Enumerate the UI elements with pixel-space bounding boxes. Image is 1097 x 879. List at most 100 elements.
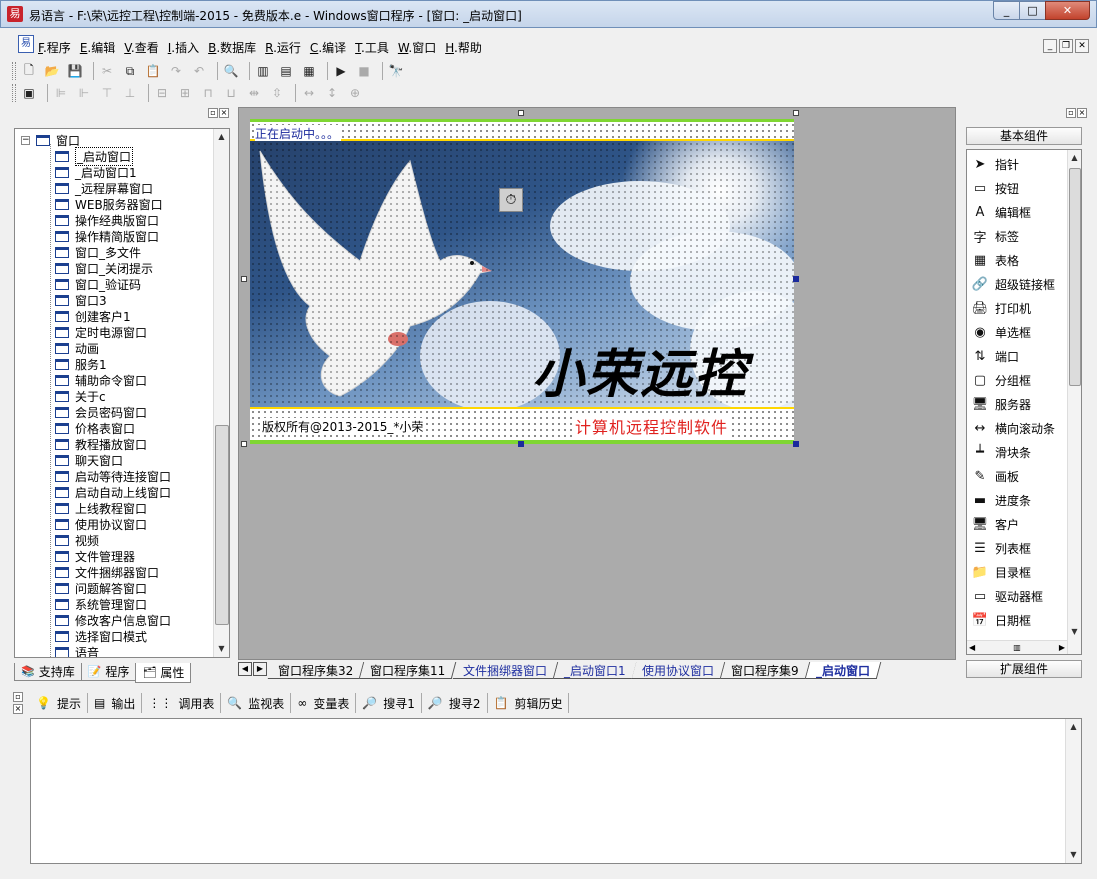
- scroll-thumb[interactable]: [215, 425, 229, 625]
- stretch-width-icon[interactable]: ↔: [300, 84, 318, 102]
- panel-restore-button[interactable]: ▫: [1066, 108, 1076, 118]
- document-icon[interactable]: 易: [18, 35, 34, 53]
- resize-handle[interactable]: [241, 276, 247, 282]
- open-folder-icon[interactable]: 📂: [43, 62, 61, 80]
- toolbar-grip[interactable]: [12, 62, 16, 80]
- layout-list-icon[interactable]: ▤: [277, 62, 295, 80]
- close-button[interactable]: ✕: [1045, 1, 1090, 20]
- output-text-area[interactable]: ▲ ▼: [30, 718, 1082, 864]
- tree-item[interactable]: 聊天窗口: [55, 452, 171, 468]
- mdi-restore-button[interactable]: ❐: [1059, 39, 1073, 53]
- tree-item[interactable]: 使用协议窗口: [55, 516, 171, 532]
- component-item[interactable]: 字标签: [970, 225, 1019, 247]
- tree-item[interactable]: 窗口_关闭提示: [55, 260, 171, 276]
- resize-handle[interactable]: [518, 441, 524, 447]
- same-height-icon[interactable]: ⊓: [199, 84, 217, 102]
- component-item[interactable]: 📅 日期框: [970, 609, 1031, 631]
- align-top-icon[interactable]: ⊤: [98, 84, 116, 102]
- scroll-up-icon[interactable]: ▲: [1066, 719, 1081, 735]
- tab-support-library[interactable]: 📚 支持库: [14, 663, 82, 681]
- slogan-label[interactable]: 计算机远程控制软件: [575, 414, 729, 438]
- component-item[interactable]: ↔ 横向滚动条: [970, 417, 1055, 439]
- document-tab[interactable]: 文件捆绑器窗口: [452, 662, 558, 679]
- resize-handle[interactable]: [793, 441, 799, 447]
- tree-item[interactable]: 上线教程窗口: [55, 500, 171, 516]
- layout-grid-icon[interactable]: ▦: [300, 62, 318, 80]
- tree-scrollbar[interactable]: ▲ ▼: [213, 129, 229, 657]
- binoculars-icon[interactable]: 🔭: [387, 62, 405, 80]
- status-label[interactable]: 正在启动中。。。: [255, 125, 342, 142]
- menu-item[interactable]: E.编辑: [80, 39, 115, 56]
- output-tab[interactable]: ∞ 变量表: [291, 693, 357, 713]
- minimize-button[interactable]: _: [993, 1, 1020, 20]
- panel-restore-button[interactable]: ▫: [208, 108, 218, 118]
- component-item[interactable]: ☰ 列表框: [970, 537, 1031, 559]
- component-item[interactable]: ⇅ 端口: [970, 345, 1019, 367]
- tree-item[interactable]: _启动窗口1: [55, 164, 171, 180]
- tree-item[interactable]: 文件管理器: [55, 548, 171, 564]
- output-tab[interactable]: ▤ 输出: [88, 693, 143, 713]
- toolbar-grip[interactable]: [12, 84, 16, 102]
- menu-item[interactable]: H.帮助: [445, 39, 482, 56]
- tree-item[interactable]: 窗口_验证码: [55, 276, 171, 292]
- output-tab[interactable]: 🔎 搜寻1: [356, 693, 422, 713]
- tree-item[interactable]: 启动等待连接窗口: [55, 468, 171, 484]
- component-item[interactable]: 📁 目录框: [970, 561, 1031, 583]
- tree-item[interactable]: 启动自动上线窗口: [55, 484, 171, 500]
- output-tab[interactable]: 📋 剪辑历史: [488, 693, 570, 713]
- save-icon[interactable]: 💾: [66, 62, 84, 80]
- tree-item[interactable]: _远程屏幕窗口: [55, 180, 171, 196]
- component-item[interactable]: 🖥 服务器: [970, 393, 1031, 415]
- component-item[interactable]: ▦ 表格: [970, 249, 1019, 271]
- scroll-left-icon[interactable]: ◀: [969, 643, 975, 652]
- component-item[interactable]: ✎ 画板: [970, 465, 1019, 487]
- component-hscrollbar[interactable]: ◀ ▥ ▶: [967, 640, 1067, 654]
- scroll-down-icon[interactable]: ▼: [1066, 847, 1081, 863]
- component-item[interactable]: ➤ 指针: [970, 153, 1019, 175]
- tree-item[interactable]: 教程播放窗口: [55, 436, 171, 452]
- output-tab[interactable]: 💡 提示: [30, 693, 88, 713]
- maximize-button[interactable]: □: [1019, 1, 1046, 20]
- component-scrollbar[interactable]: ▲ ▼: [1067, 150, 1081, 654]
- same-width-icon[interactable]: ⊔: [222, 84, 240, 102]
- document-tab[interactable]: _启动窗口: [805, 662, 882, 679]
- tree-item[interactable]: 辅助命令窗口: [55, 372, 171, 388]
- tab-program[interactable]: 📝 程序: [80, 663, 137, 681]
- tree-item[interactable]: 定时电源窗口: [55, 324, 171, 340]
- collapse-icon[interactable]: −: [21, 136, 30, 145]
- center-vertical-icon[interactable]: ⊞: [176, 84, 194, 102]
- cut-icon[interactable]: ✂: [98, 62, 116, 80]
- space-horizontal-icon[interactable]: ⇹: [245, 84, 263, 102]
- menu-item[interactable]: W.窗口: [398, 39, 436, 56]
- tree-item[interactable]: 文件捆绑器窗口: [55, 564, 171, 580]
- splash-picture[interactable]: ⏱ 小荣远控: [250, 141, 794, 407]
- tree-item[interactable]: 价格表窗口: [55, 420, 171, 436]
- menu-item[interactable]: F.程序: [38, 39, 71, 56]
- tree-item[interactable]: 选择窗口模式: [55, 628, 171, 644]
- align-right-icon[interactable]: ⊩: [75, 84, 93, 102]
- component-item[interactable]: ▭ 按钮: [970, 177, 1019, 199]
- tree-item[interactable]: 关于c: [55, 388, 171, 404]
- document-tab[interactable]: 窗口程序集9: [720, 662, 811, 679]
- stretch-height-icon[interactable]: ↕: [323, 84, 341, 102]
- menu-item[interactable]: V.查看: [124, 39, 159, 56]
- timer-icon[interactable]: ⏱: [499, 188, 523, 212]
- new-file-icon[interactable]: 🗋: [20, 62, 38, 80]
- component-item[interactable]: ▭ 驱动器框: [970, 585, 1043, 607]
- copy-icon[interactable]: ⧉: [121, 62, 139, 80]
- output-scrollbar[interactable]: ▲ ▼: [1065, 719, 1081, 863]
- resize-handle[interactable]: [518, 110, 524, 116]
- tree-item[interactable]: 修改客户信息窗口: [55, 612, 171, 628]
- mdi-close-button[interactable]: ✕: [1075, 39, 1089, 53]
- tree-root[interactable]: − 窗口: [21, 132, 80, 149]
- scroll-thumb[interactable]: ▥: [1013, 643, 1021, 652]
- resize-handle[interactable]: [793, 110, 799, 116]
- extended-components-header[interactable]: 扩展组件: [966, 660, 1082, 678]
- component-item[interactable]: ▬ 进度条: [970, 489, 1031, 511]
- resize-handle[interactable]: [793, 276, 799, 282]
- tree-item[interactable]: 服务1: [55, 356, 171, 372]
- layout-window-icon[interactable]: ▥: [254, 62, 272, 80]
- mdi-minimize-button[interactable]: _: [1043, 39, 1057, 53]
- undo-icon[interactable]: ↶: [190, 62, 208, 80]
- panel-close-button[interactable]: ×: [219, 108, 229, 118]
